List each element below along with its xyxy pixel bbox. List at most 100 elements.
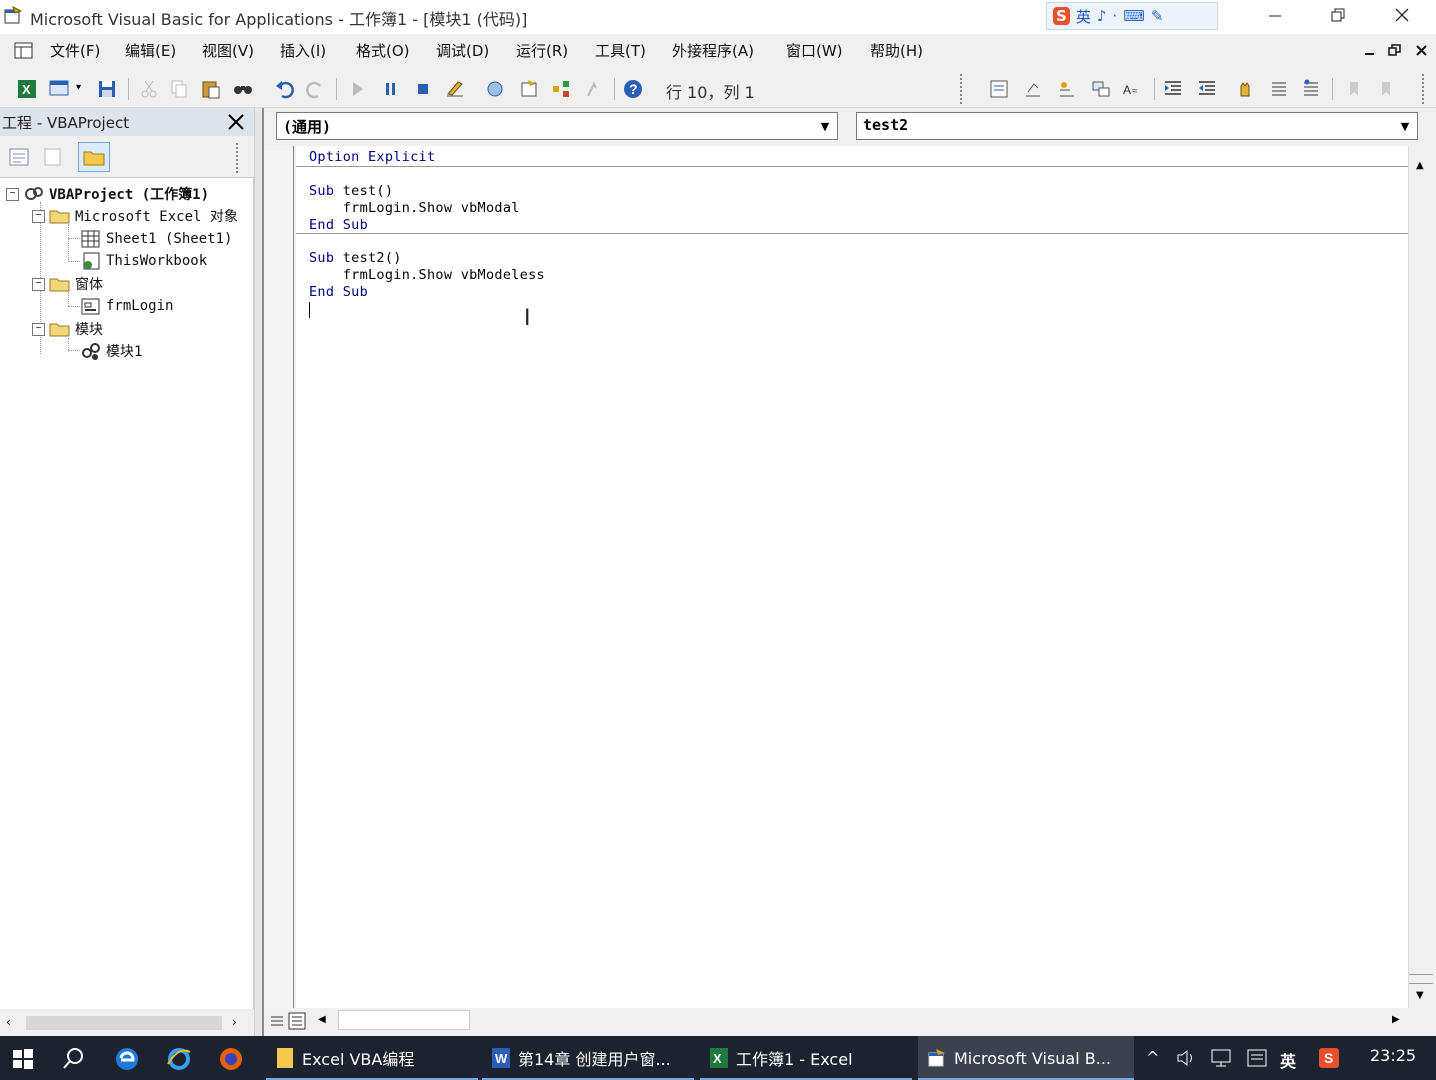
object-combobox[interactable]: (通用) ▼: [276, 112, 838, 140]
close-button[interactable]: [1370, 0, 1434, 30]
menu-debug[interactable]: 调试(D): [436, 40, 489, 61]
tray-overflow-chevron-icon[interactable]: ^: [1146, 1048, 1159, 1067]
comment-block-icon[interactable]: [1268, 78, 1290, 100]
ime-toolbar[interactable]: S 英 ♪ · ⌨ ✎: [1046, 2, 1218, 30]
reset-icon[interactable]: [412, 78, 434, 100]
complete-word-icon[interactable]: A ≈: [1122, 78, 1144, 100]
pause-icon[interactable]: [380, 78, 402, 100]
full-module-view-icon[interactable]: [288, 1012, 306, 1030]
scroll-up-icon[interactable]: ▲: [1416, 160, 1424, 171]
toolbar-grip[interactable]: [960, 74, 970, 104]
vba-app-icon[interactable]: [3, 5, 23, 25]
minimize-button[interactable]: [1243, 0, 1307, 30]
menu-run[interactable]: 运行(R): [516, 40, 568, 61]
scroll-thumb[interactable]: [26, 1016, 222, 1030]
ime-moon-icon[interactable]: ♪: [1097, 7, 1107, 25]
copy-icon[interactable]: [168, 78, 190, 100]
object-browser-icon[interactable]: [550, 78, 572, 100]
mdi-close-icon[interactable]: [1415, 44, 1428, 57]
tree-item-vbaproject[interactable]: − VBAProject (工作簿1): [6, 184, 209, 204]
network-icon[interactable]: [1210, 1048, 1234, 1068]
toggle-folders-button[interactable]: [78, 142, 110, 172]
project-explorer-icon[interactable]: [484, 78, 506, 100]
ie-browser-icon[interactable]: [166, 1046, 192, 1072]
procedure-combobox[interactable]: test2 ▼: [856, 112, 1418, 140]
paste-icon[interactable]: [200, 78, 222, 100]
tree-item-sheet1[interactable]: Sheet1 (Sheet1): [80, 229, 232, 249]
properties-icon[interactable]: [518, 78, 540, 100]
redo-icon[interactable]: [304, 78, 326, 100]
menu-format[interactable]: 格式(O): [356, 40, 410, 61]
volume-icon[interactable]: [1176, 1048, 1198, 1068]
run-icon[interactable]: [346, 78, 368, 100]
ime-mode-icon[interactable]: [1246, 1048, 1268, 1068]
restore-button[interactable]: [1306, 0, 1370, 30]
search-icon[interactable]: [62, 1046, 86, 1070]
menu-tools[interactable]: 工具(T): [595, 40, 646, 61]
collapse-toggle[interactable]: −: [32, 277, 45, 291]
mdi-restore-icon[interactable]: [1388, 44, 1401, 57]
help-icon[interactable]: ?: [622, 78, 644, 100]
collapse-toggle[interactable]: −: [6, 187, 19, 201]
firefox-icon[interactable]: [218, 1046, 244, 1072]
design-mode-icon[interactable]: [444, 78, 466, 100]
toolbar-grip[interactable]: [1422, 74, 1432, 104]
clock[interactable]: 23:25: [1370, 1046, 1416, 1065]
parameter-info-icon[interactable]: [1090, 78, 1112, 100]
taskbar-item-excel-workbook[interactable]: X 工作簿1 - Excel: [700, 1036, 912, 1080]
find-icon[interactable]: [232, 78, 254, 100]
code-vscrollbar[interactable]: ▲ ▼: [1408, 146, 1434, 1008]
scroll-right-icon[interactable]: ▶: [1392, 1014, 1400, 1025]
tree-item-modules[interactable]: − 模块: [32, 319, 103, 339]
tree-item-frmlogin[interactable]: frmLogin: [80, 296, 173, 316]
code-editor[interactable]: Option Explicit Sub test() frmLogin.Show…: [296, 146, 1408, 1008]
bookmark-icon[interactable]: [1344, 78, 1366, 100]
menu-help[interactable]: 帮助(H): [870, 40, 923, 61]
view-code-icon[interactable]: [8, 146, 30, 168]
sogou-icon[interactable]: S: [1053, 7, 1070, 25]
ime-punct-icon[interactable]: ·: [1112, 7, 1117, 25]
collapse-toggle[interactable]: −: [32, 209, 45, 223]
dropdown-arrow-icon[interactable]: ▼: [1395, 115, 1415, 137]
scroll-right-icon[interactable]: ›: [232, 1015, 237, 1029]
indent-icon[interactable]: [1162, 78, 1184, 100]
taskbar-item-excel-vba[interactable]: Excel VBA编程: [266, 1036, 478, 1080]
tree-item-thisworkbook[interactable]: ThisWorkbook: [80, 251, 207, 271]
list-properties-icon[interactable]: [988, 78, 1010, 100]
save-icon[interactable]: [96, 78, 118, 100]
procedure-view-icon[interactable]: [268, 1012, 286, 1030]
toggle-breakpoint-icon[interactable]: [1234, 78, 1256, 100]
scroll-thumb[interactable]: [338, 1010, 470, 1030]
dropdown-arrow-icon[interactable]: ▼: [815, 115, 835, 137]
panel-grip[interactable]: [236, 143, 246, 173]
project-hscrollbar[interactable]: ‹ ›: [0, 1010, 254, 1036]
windows-start-icon[interactable]: [12, 1048, 34, 1070]
tree-item-forms[interactable]: − 窗体: [32, 274, 103, 294]
collapse-toggle[interactable]: −: [32, 322, 45, 336]
view-excel-icon[interactable]: X: [16, 78, 38, 100]
outdent-icon[interactable]: [1196, 78, 1218, 100]
view-object-icon[interactable]: [42, 146, 64, 168]
project-panel-close-button[interactable]: [224, 110, 248, 134]
menu-edit[interactable]: 编辑(E): [125, 40, 176, 61]
menu-view[interactable]: 视图(V): [202, 40, 254, 61]
tree-item-excel-objects[interactable]: − Microsoft Excel 对象: [32, 206, 238, 226]
ime-lang-toggle[interactable]: 英: [1076, 6, 1091, 27]
edge-browser-icon[interactable]: [114, 1046, 140, 1072]
scroll-left-icon[interactable]: ◀: [318, 1014, 326, 1025]
scroll-left-icon[interactable]: ‹: [6, 1015, 11, 1029]
menu-insert[interactable]: 插入(I): [280, 40, 326, 61]
split-bar[interactable]: [1409, 974, 1433, 984]
next-bookmark-icon[interactable]: [1376, 78, 1398, 100]
tree-item-module1[interactable]: 模块1: [80, 341, 142, 361]
menu-file[interactable]: 文件(F): [50, 40, 100, 61]
cut-icon[interactable]: [138, 78, 160, 100]
menu-addins[interactable]: 外接程序(A): [672, 40, 754, 61]
undo-icon[interactable]: [274, 78, 296, 100]
code-hscrollbar[interactable]: ◀ ▶: [310, 1008, 1408, 1034]
insert-dropdown-icon[interactable]: ▾: [76, 82, 81, 93]
sogou-tray-icon[interactable]: S: [1318, 1047, 1340, 1069]
code-margin-indicator-bar[interactable]: [264, 146, 294, 1008]
quick-info-icon[interactable]: [1056, 78, 1078, 100]
ime-keyboard-icon[interactable]: ⌨: [1123, 7, 1145, 25]
